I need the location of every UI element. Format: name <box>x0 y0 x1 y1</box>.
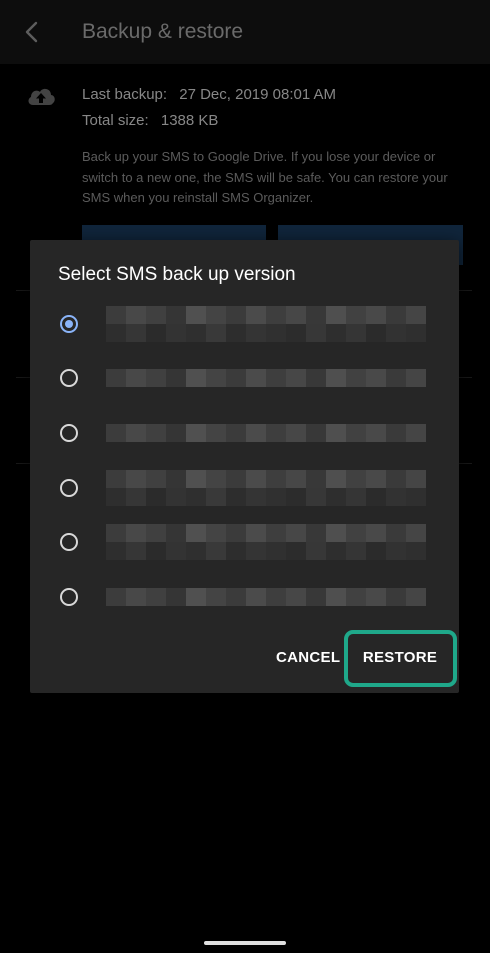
redacted-backup-version <box>106 470 426 506</box>
backup-version-option[interactable] <box>30 306 459 346</box>
radio-unselected-icon[interactable] <box>60 424 78 442</box>
cancel-button[interactable]: CANCEL <box>276 636 340 680</box>
backup-version-option[interactable] <box>30 579 459 619</box>
backup-version-option[interactable] <box>30 524 459 564</box>
radio-unselected-icon[interactable] <box>60 479 78 497</box>
radio-selected-icon[interactable] <box>60 315 78 333</box>
redacted-backup-version <box>106 524 426 560</box>
backup-version-dialog: Select SMS back up version CANCEL RESTOR… <box>30 240 459 693</box>
dialog-title: Select SMS back up version <box>58 264 296 285</box>
redacted-backup-version <box>106 424 426 442</box>
backup-version-option[interactable] <box>30 360 459 400</box>
backup-version-option[interactable] <box>30 415 459 455</box>
navigation-handle[interactable] <box>204 941 286 945</box>
redacted-backup-version <box>106 306 426 342</box>
radio-unselected-icon[interactable] <box>60 369 78 387</box>
redacted-backup-version <box>106 369 426 387</box>
redacted-backup-version <box>106 588 426 606</box>
radio-unselected-icon[interactable] <box>60 588 78 606</box>
restore-button-highlight <box>344 630 457 687</box>
backup-version-option[interactable] <box>30 470 459 510</box>
radio-unselected-icon[interactable] <box>60 533 78 551</box>
